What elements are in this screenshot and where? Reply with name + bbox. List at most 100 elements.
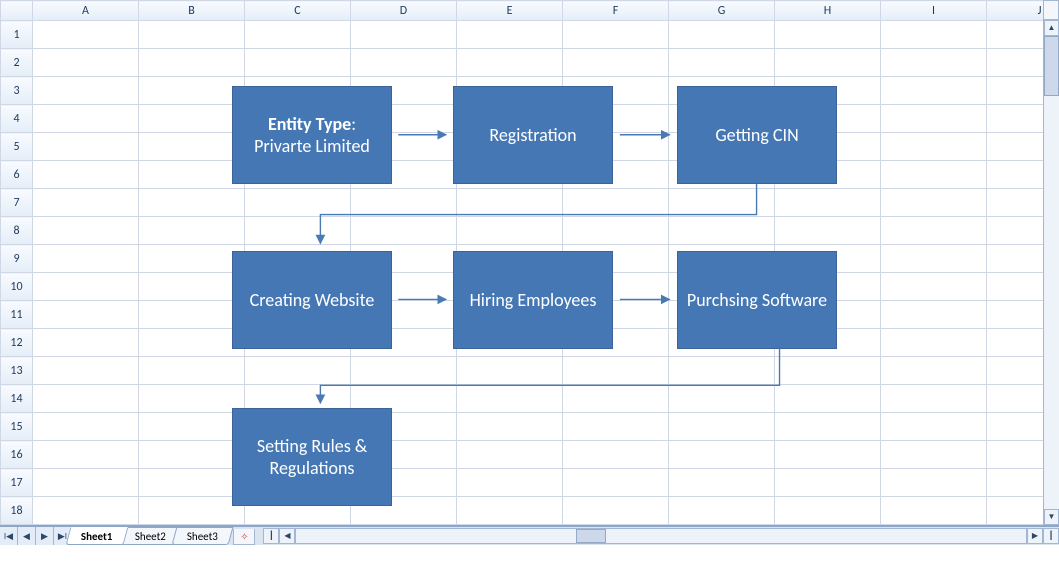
row-head-14[interactable]: 14 — [1, 385, 33, 413]
cell[interactable] — [563, 357, 669, 385]
row-head-8[interactable]: 8 — [1, 217, 33, 245]
cell[interactable] — [881, 217, 987, 245]
cell[interactable] — [775, 385, 881, 413]
cell[interactable] — [245, 189, 351, 217]
cell[interactable] — [33, 133, 139, 161]
cell[interactable] — [881, 357, 987, 385]
row-head-7[interactable]: 7 — [1, 189, 33, 217]
cell[interactable] — [881, 329, 987, 357]
cell[interactable] — [139, 217, 245, 245]
shape-getting-cin[interactable]: Getting CIN — [677, 86, 837, 184]
cell[interactable] — [139, 441, 245, 469]
cell[interactable] — [139, 301, 245, 329]
cell[interactable] — [351, 217, 457, 245]
cell[interactable] — [457, 413, 563, 441]
cell[interactable] — [563, 217, 669, 245]
cell[interactable] — [457, 441, 563, 469]
row-head-15[interactable]: 15 — [1, 413, 33, 441]
cell[interactable] — [139, 497, 245, 525]
row-head-10[interactable]: 10 — [1, 273, 33, 301]
cell[interactable] — [669, 357, 775, 385]
row-head-16[interactable]: 16 — [1, 441, 33, 469]
select-all-corner[interactable] — [1, 1, 33, 21]
cell[interactable] — [33, 385, 139, 413]
cell[interactable] — [457, 49, 563, 77]
cell[interactable] — [457, 189, 563, 217]
hscroll-track[interactable] — [295, 528, 1027, 544]
cell[interactable] — [245, 21, 351, 49]
cell[interactable] — [33, 497, 139, 525]
vscroll-thumb[interactable] — [1044, 36, 1059, 96]
cell[interactable] — [563, 441, 669, 469]
cell[interactable] — [669, 217, 775, 245]
cell[interactable] — [139, 469, 245, 497]
scroll-left-button[interactable]: ◀ — [279, 528, 295, 544]
col-head-B[interactable]: B — [139, 1, 245, 21]
row-head-2[interactable]: 2 — [1, 49, 33, 77]
cell[interactable] — [775, 49, 881, 77]
cell[interactable] — [33, 441, 139, 469]
cell[interactable] — [775, 357, 881, 385]
shape-registration[interactable]: Registration — [453, 86, 613, 184]
cell[interactable] — [33, 49, 139, 77]
new-sheet-button[interactable]: ✧ — [233, 529, 255, 545]
cell[interactable] — [881, 245, 987, 273]
row-head-13[interactable]: 13 — [1, 357, 33, 385]
cell[interactable] — [139, 49, 245, 77]
cell[interactable] — [457, 469, 563, 497]
cell[interactable] — [775, 497, 881, 525]
cell[interactable] — [669, 385, 775, 413]
cell[interactable] — [881, 273, 987, 301]
col-head-C[interactable]: C — [245, 1, 351, 21]
cell[interactable] — [351, 357, 457, 385]
col-head-D[interactable]: D — [351, 1, 457, 21]
cell[interactable] — [33, 189, 139, 217]
cell[interactable] — [881, 21, 987, 49]
col-head-A[interactable]: A — [33, 1, 139, 21]
cell[interactable] — [139, 385, 245, 413]
cell[interactable] — [33, 357, 139, 385]
cell[interactable] — [33, 161, 139, 189]
row-head-5[interactable]: 5 — [1, 133, 33, 161]
split-handle[interactable] — [1043, 0, 1059, 20]
cell[interactable] — [563, 385, 669, 413]
cell[interactable] — [457, 21, 563, 49]
cell[interactable] — [33, 217, 139, 245]
cell[interactable] — [563, 497, 669, 525]
row-head-12[interactable]: 12 — [1, 329, 33, 357]
cell[interactable] — [351, 189, 457, 217]
cell[interactable] — [457, 385, 563, 413]
col-head-F[interactable]: F — [563, 1, 669, 21]
cell[interactable] — [351, 21, 457, 49]
shape-purchasing-software[interactable]: Purchsing Software — [677, 251, 837, 349]
cell[interactable] — [139, 357, 245, 385]
cell[interactable] — [33, 273, 139, 301]
scroll-down-button[interactable]: ▼ — [1044, 509, 1059, 525]
cell[interactable] — [669, 413, 775, 441]
col-head-H[interactable]: H — [775, 1, 881, 21]
shape-setting-rules[interactable]: Setting Rules & Regulations — [232, 408, 392, 506]
cell[interactable] — [563, 469, 669, 497]
cell[interactable] — [881, 413, 987, 441]
cell[interactable] — [33, 21, 139, 49]
col-head-E[interactable]: E — [457, 1, 563, 21]
cell[interactable] — [881, 441, 987, 469]
cell[interactable] — [563, 49, 669, 77]
cell[interactable] — [33, 245, 139, 273]
cell[interactable] — [881, 105, 987, 133]
cell[interactable] — [669, 189, 775, 217]
cell[interactable] — [245, 49, 351, 77]
tab-sheet3[interactable]: Sheet3 — [172, 527, 234, 545]
cell[interactable] — [245, 217, 351, 245]
hscroll-split[interactable]: ┃ — [263, 528, 279, 544]
cell[interactable] — [33, 301, 139, 329]
cell[interactable] — [881, 497, 987, 525]
row-head-6[interactable]: 6 — [1, 161, 33, 189]
tab-prev-button[interactable]: ◀ — [18, 527, 36, 545]
cell[interactable] — [669, 21, 775, 49]
hscroll-split-right[interactable]: ┃ — [1043, 528, 1059, 544]
horizontal-scrollbar[interactable]: ┃ ◀ ▶ ┃ — [263, 527, 1059, 545]
cell[interactable] — [33, 413, 139, 441]
cell[interactable] — [139, 413, 245, 441]
cell[interactable] — [775, 413, 881, 441]
